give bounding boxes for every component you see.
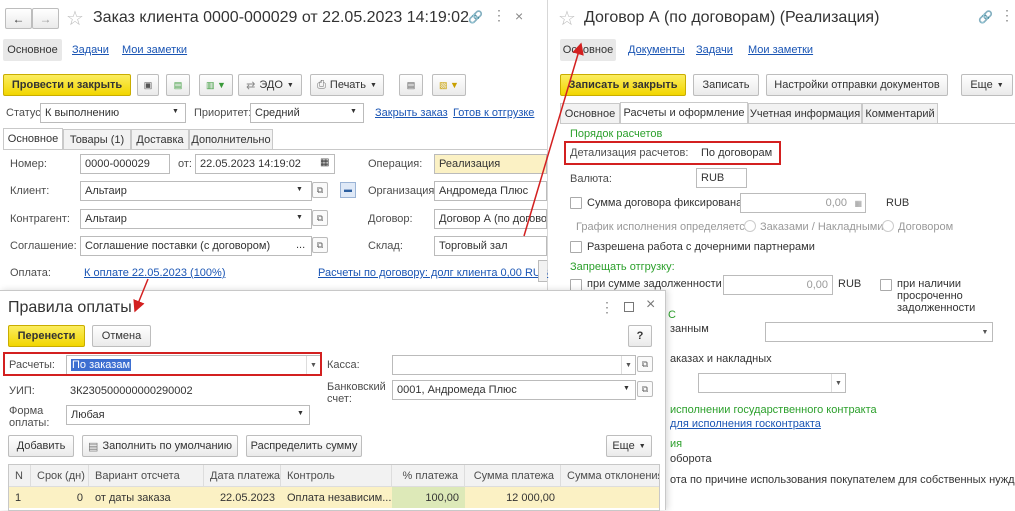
arrow-to-contract — [523, 42, 584, 237]
annotation-arrows — [133, 42, 584, 313]
arrow-to-dialog — [133, 278, 149, 313]
